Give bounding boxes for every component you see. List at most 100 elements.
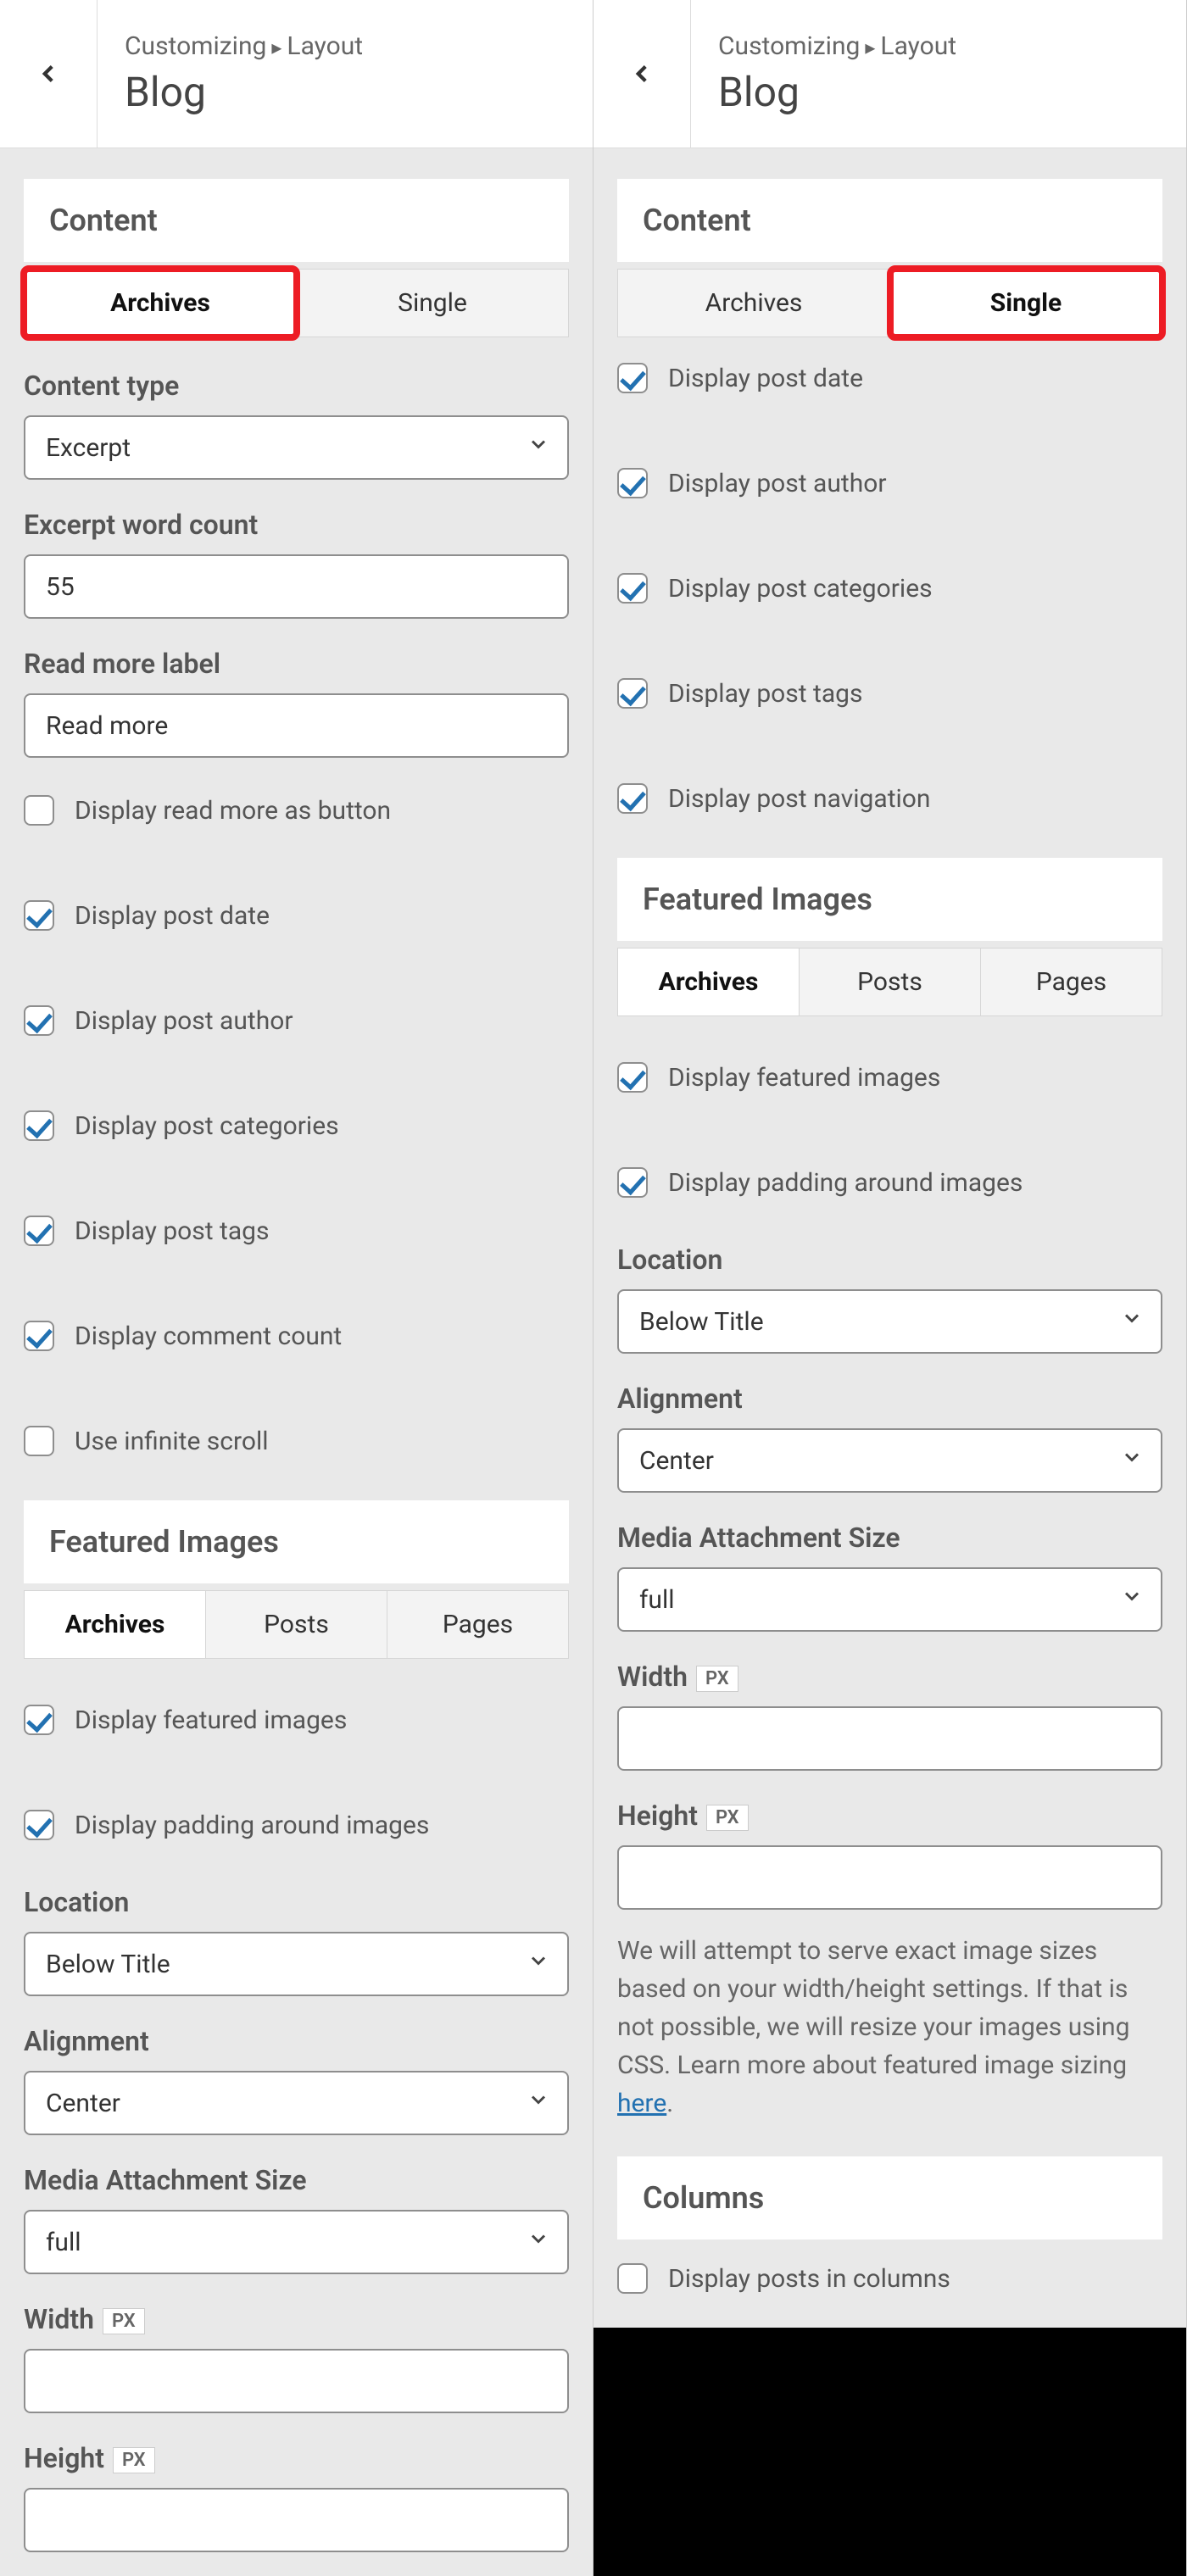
select-alignment[interactable]: Center xyxy=(617,1428,1162,1493)
checkbox[interactable] xyxy=(24,1810,54,1840)
label-read-more: Read more label xyxy=(24,648,569,680)
checkbox[interactable] xyxy=(617,678,648,709)
checkbox[interactable] xyxy=(24,1321,54,1351)
check-post-author[interactable]: Display post author xyxy=(617,468,1162,498)
panel-header: Customizing▸Layout Blog xyxy=(0,0,593,148)
label-alignment: Alignment xyxy=(617,1383,1162,1415)
featured-tabs: Archives Posts Pages xyxy=(617,948,1162,1016)
checkbox[interactable] xyxy=(24,1110,54,1141)
tab-featured-pages[interactable]: Pages xyxy=(981,948,1162,1016)
section-featured-images: Featured Images xyxy=(617,858,1162,941)
checkbox[interactable] xyxy=(24,1216,54,1246)
chevron-down-icon xyxy=(1120,1445,1144,1476)
section-content: Content xyxy=(617,179,1162,262)
unit-badge: PX xyxy=(103,2308,145,2334)
chevron-down-icon xyxy=(527,2227,550,2257)
label-location: Location xyxy=(24,1886,569,1918)
input-width[interactable] xyxy=(617,1706,1162,1771)
unit-badge: PX xyxy=(113,2447,155,2473)
check-featured-images[interactable]: Display featured images xyxy=(617,1062,1162,1093)
check-read-more-button[interactable]: Display read more as button xyxy=(24,795,569,826)
checkbox[interactable] xyxy=(617,573,648,604)
section-featured-images: Featured Images xyxy=(24,1500,569,1583)
label-location: Location xyxy=(617,1243,1162,1276)
chevron-down-icon xyxy=(527,432,550,463)
checkbox[interactable] xyxy=(617,468,648,498)
input-read-more[interactable]: Read more xyxy=(24,693,569,758)
check-post-tags[interactable]: Display post tags xyxy=(617,678,1162,709)
checkbox[interactable] xyxy=(617,783,648,814)
tab-single[interactable]: Single xyxy=(890,269,1162,337)
label-excerpt-word-count: Excerpt word count xyxy=(24,509,569,541)
checkbox[interactable] xyxy=(24,795,54,826)
check-padding-images[interactable]: Display padding around images xyxy=(617,1167,1162,1198)
check-post-categories[interactable]: Display post categories xyxy=(617,573,1162,604)
label-height: HeightPX xyxy=(24,2442,569,2474)
tab-featured-posts[interactable]: Posts xyxy=(206,1590,387,1659)
select-media-size[interactable]: full xyxy=(24,2210,569,2274)
label-media-size: Media Attachment Size xyxy=(24,2164,569,2196)
checkbox[interactable] xyxy=(24,900,54,931)
check-comment-count[interactable]: Display comment count xyxy=(24,1321,569,1351)
checkbox[interactable] xyxy=(617,363,648,393)
tab-featured-archives[interactable]: Archives xyxy=(617,948,800,1016)
select-alignment[interactable]: Center xyxy=(24,2071,569,2135)
page-title: Blog xyxy=(718,68,956,116)
tab-featured-pages[interactable]: Pages xyxy=(387,1590,569,1659)
label-height: HeightPX xyxy=(617,1800,1162,1832)
label-width: WidthPX xyxy=(617,1661,1162,1693)
back-button[interactable] xyxy=(594,0,691,147)
chevron-down-icon xyxy=(1120,1306,1144,1337)
input-excerpt-word-count[interactable]: 55 xyxy=(24,554,569,619)
info-text: We will attempt to serve exact image siz… xyxy=(617,1932,1162,2123)
breadcrumb: Customizing▸Layout xyxy=(125,31,363,61)
input-width[interactable] xyxy=(24,2349,569,2413)
tab-featured-posts[interactable]: Posts xyxy=(800,948,981,1016)
checkbox[interactable] xyxy=(617,2263,648,2294)
section-columns: Columns xyxy=(617,2156,1162,2239)
tab-single[interactable]: Single xyxy=(297,269,569,337)
section-content: Content xyxy=(24,179,569,262)
check-post-date[interactable]: Display post date xyxy=(24,900,569,931)
content-tabs: Archives Single xyxy=(24,269,569,337)
check-infinite-scroll[interactable]: Use infinite scroll xyxy=(24,1426,569,1456)
check-padding-images[interactable]: Display padding around images xyxy=(24,1810,569,1840)
preview-area xyxy=(594,2328,1186,2576)
unit-badge: PX xyxy=(706,1805,749,1831)
chevron-down-icon xyxy=(527,1949,550,1979)
select-media-size[interactable]: full xyxy=(617,1567,1162,1632)
tab-featured-archives[interactable]: Archives xyxy=(24,1590,206,1659)
chevron-down-icon xyxy=(527,2088,550,2118)
panel-header: Customizing▸Layout Blog xyxy=(594,0,1186,148)
check-post-navigation[interactable]: Display post navigation xyxy=(617,783,1162,814)
checkbox[interactable] xyxy=(24,1005,54,1036)
featured-tabs: Archives Posts Pages xyxy=(24,1590,569,1659)
tab-archives[interactable]: Archives xyxy=(617,269,890,337)
checkbox[interactable] xyxy=(617,1167,648,1198)
input-height[interactable] xyxy=(617,1845,1162,1910)
check-post-categories[interactable]: Display post categories xyxy=(24,1110,569,1141)
page-title: Blog xyxy=(125,68,363,116)
info-link[interactable]: here xyxy=(617,2089,666,2118)
back-button[interactable] xyxy=(0,0,98,147)
check-post-tags[interactable]: Display post tags xyxy=(24,1216,569,1246)
check-post-author[interactable]: Display post author xyxy=(24,1005,569,1036)
select-location[interactable]: Below Title xyxy=(24,1932,569,1996)
label-width: WidthPX xyxy=(24,2303,569,2335)
label-content-type: Content type xyxy=(24,370,569,402)
unit-badge: PX xyxy=(696,1666,738,1692)
checkbox[interactable] xyxy=(24,1705,54,1735)
checkbox[interactable] xyxy=(24,1426,54,1456)
tab-archives[interactable]: Archives xyxy=(24,269,297,337)
check-post-date[interactable]: Display post date xyxy=(617,363,1162,393)
checkbox[interactable] xyxy=(617,1062,648,1093)
label-media-size: Media Attachment Size xyxy=(617,1522,1162,1554)
select-location[interactable]: Below Title xyxy=(617,1289,1162,1354)
label-alignment: Alignment xyxy=(24,2025,569,2057)
input-height[interactable] xyxy=(24,2488,569,2552)
content-tabs: Archives Single xyxy=(617,269,1162,337)
select-content-type[interactable]: Excerpt xyxy=(24,415,569,480)
check-posts-columns[interactable]: Display posts in columns xyxy=(617,2263,1162,2294)
check-featured-images[interactable]: Display featured images xyxy=(24,1705,569,1735)
chevron-down-icon xyxy=(1120,1584,1144,1615)
